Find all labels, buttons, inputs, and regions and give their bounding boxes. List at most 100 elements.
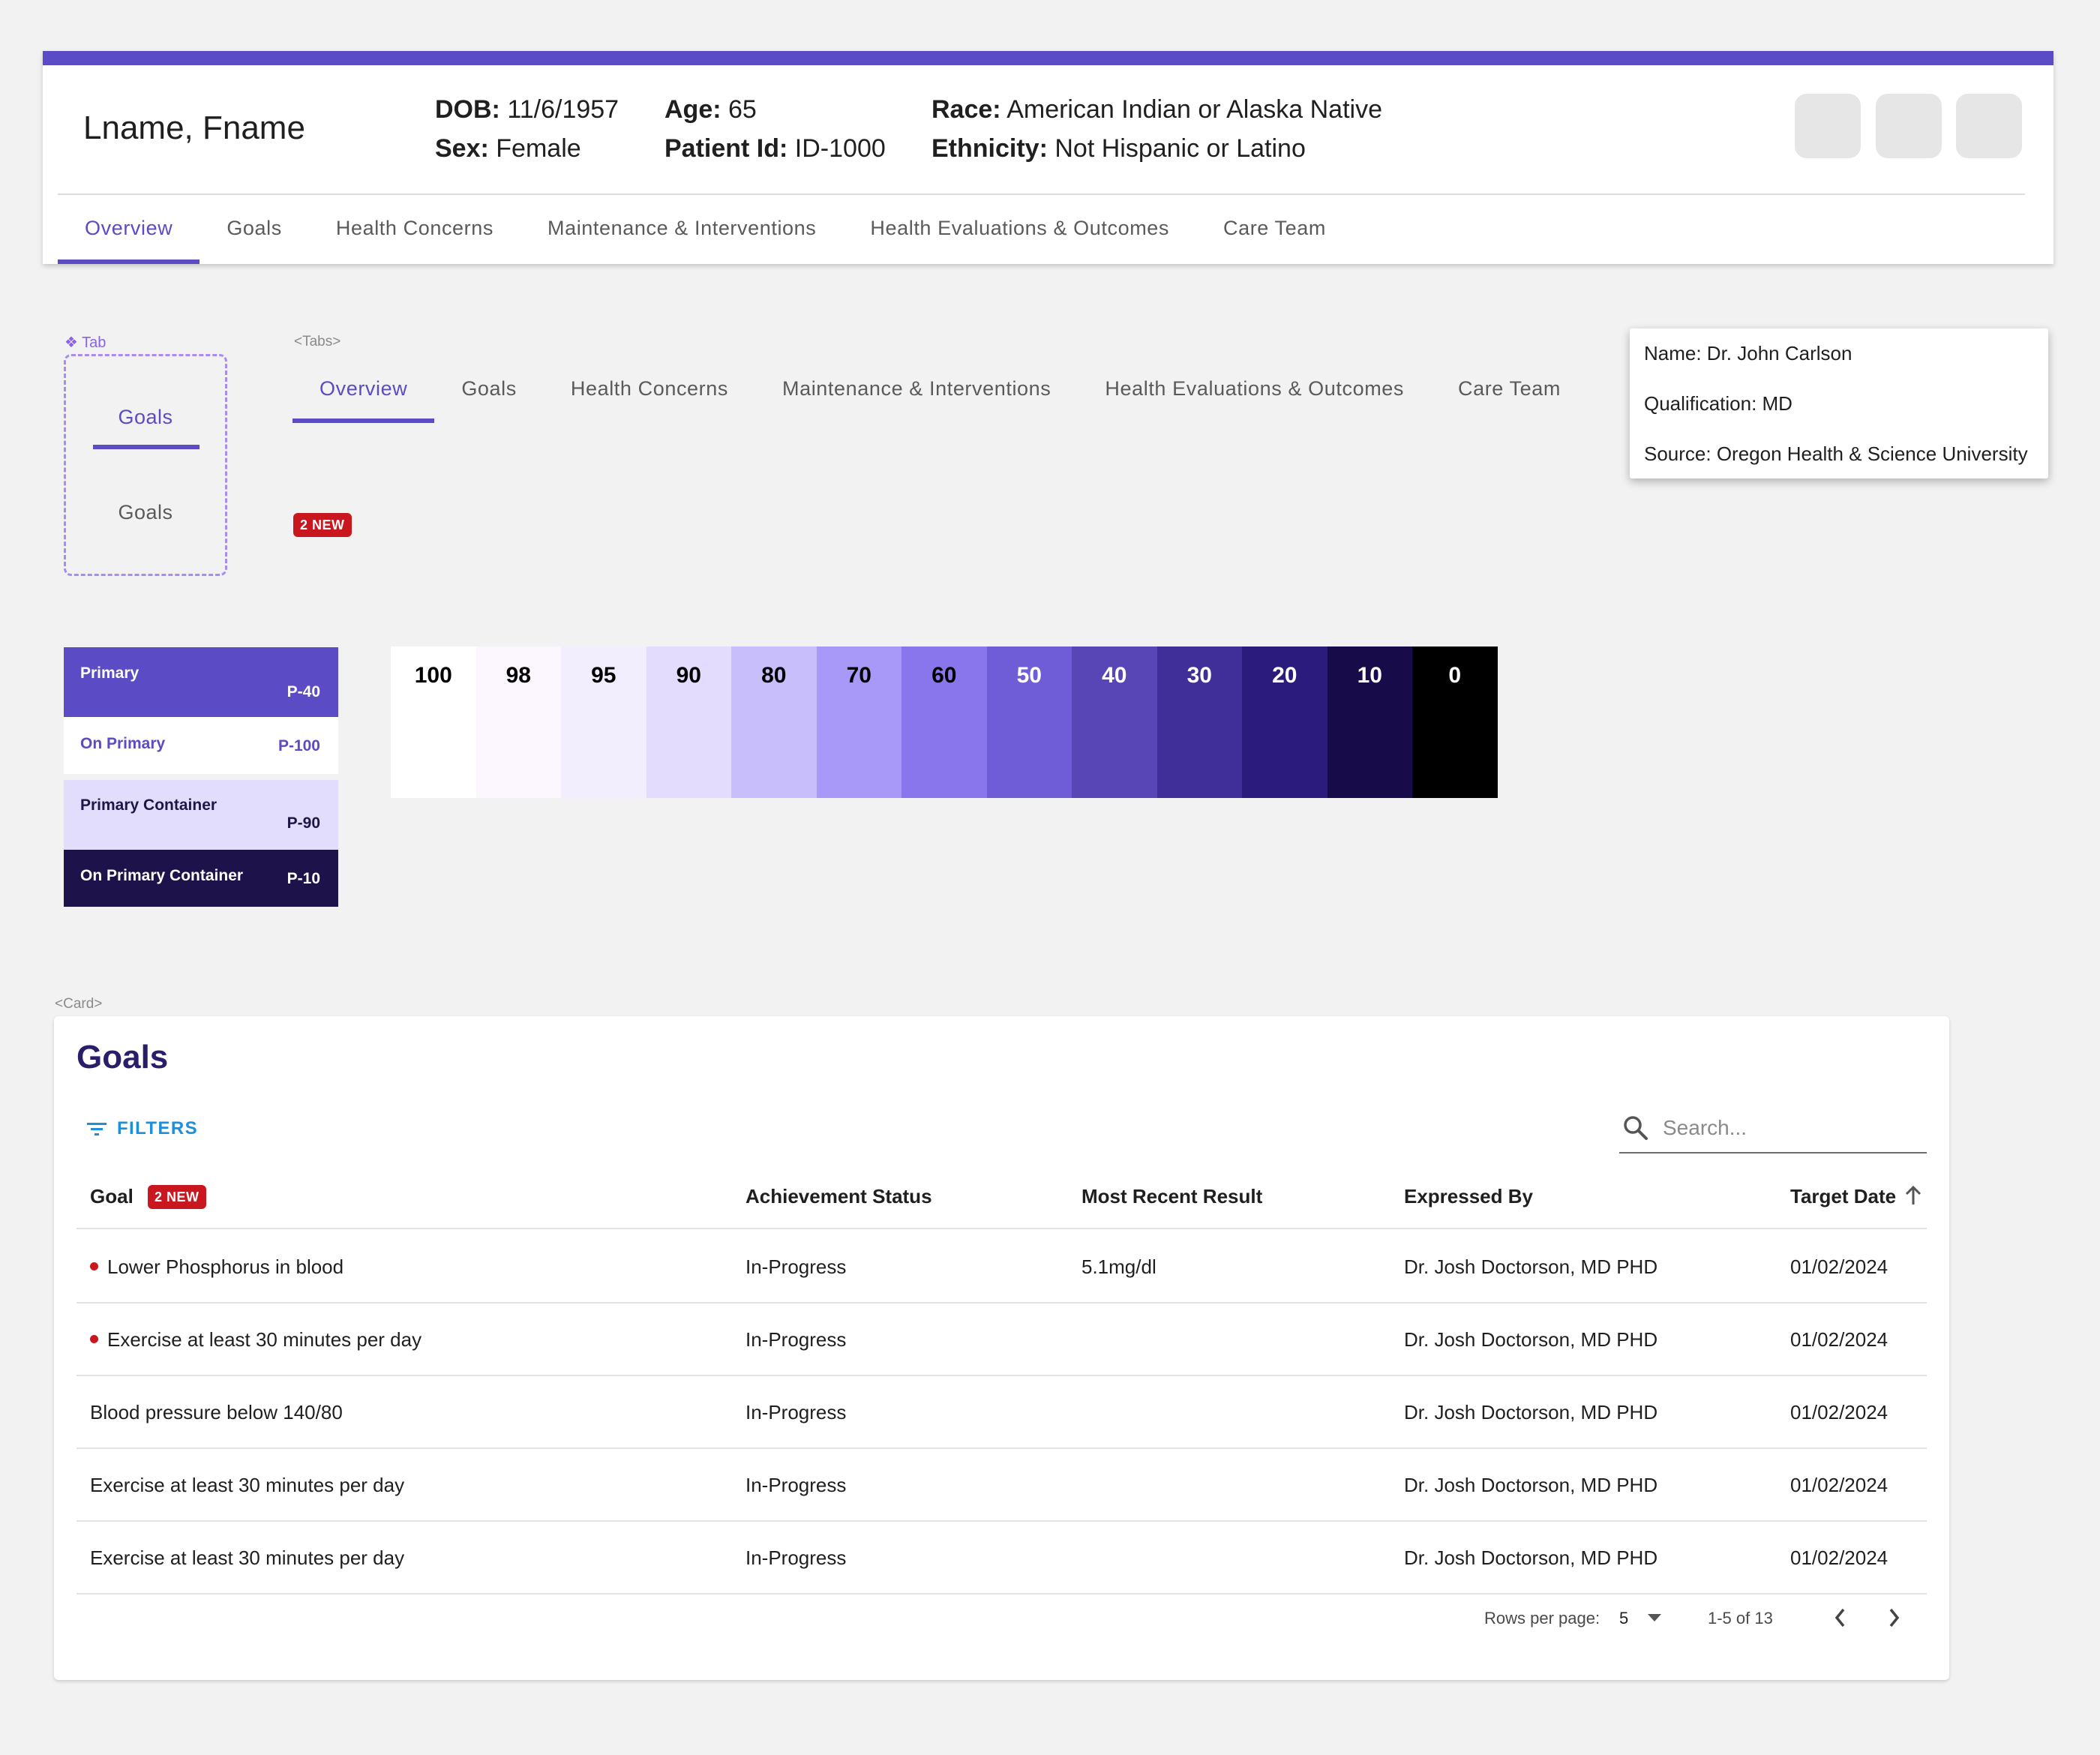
sort-ascending-icon[interactable] — [1904, 1185, 1922, 1206]
palette-swatch: 40 — [1072, 646, 1157, 798]
tab-health-concerns[interactable]: Health Concerns — [309, 194, 520, 264]
role-name: On Primary — [80, 735, 166, 752]
role-primary-container: Primary Container P-90 — [64, 780, 338, 850]
dob-field: DOB: 11/6/1957 — [435, 95, 620, 124]
cell-achievement-status: In-Progress — [746, 1328, 847, 1351]
filters-button[interactable]: FILTERS — [87, 1118, 198, 1139]
new-indicator-dot — [90, 1262, 98, 1270]
table-row[interactable]: Blood pressure below 140/80 In-Progress Dr… — [76, 1376, 1927, 1449]
cell-achievement-status: In-Progress — [746, 1546, 847, 1569]
cell-target-date: 01/02/2024 — [1790, 1401, 1888, 1424]
filter-icon — [87, 1123, 106, 1136]
header-action-button-1[interactable] — [1795, 94, 1861, 158]
column-header-expressed-by[interactable]: Expressed By — [1404, 1163, 1533, 1229]
cell-expressed-by: Dr. Josh Doctorson, MD PHD — [1404, 1256, 1658, 1278]
column-header-most-recent-result[interactable]: Most Recent Result — [1082, 1163, 1262, 1229]
tab-care-team[interactable]: Care Team — [1196, 194, 1353, 264]
palette-swatch: 70 — [816, 646, 902, 798]
tab-variants-box: Goals Goals — [64, 354, 227, 576]
goals-card: Goals FILTERS Goal 2 NEW Achievement Sta… — [54, 1016, 1949, 1680]
role-name: Primary — [80, 664, 140, 682]
role-on-primary: On Primary P-100 — [64, 717, 338, 774]
tab-variant-inactive[interactable]: Goals — [66, 501, 225, 524]
palette-swatch: 20 — [1242, 646, 1328, 798]
card-component-label: <Card> — [55, 996, 103, 1012]
palette-swatch: 98 — [476, 646, 561, 798]
role-code: P-40 — [286, 683, 320, 700]
sex-field: Sex: Female — [435, 134, 581, 163]
patient-id-field: Patient Id: ID-1000 — [664, 134, 886, 163]
dropdown-arrow-icon — [1648, 1614, 1662, 1622]
search-field[interactable] — [1619, 1104, 1927, 1154]
goals-title: Goals — [76, 1039, 169, 1076]
column-header-achievement-status[interactable]: Achievement Status — [746, 1163, 932, 1229]
search-input[interactable] — [1663, 1116, 1903, 1140]
ethnicity-field: Ethnicity: Not Hispanic or Latino — [932, 134, 1306, 163]
tab-health-evaluations-outcomes[interactable]: Health Evaluations & Outcomes — [1078, 357, 1431, 423]
cell-target-date: 01/02/2024 — [1790, 1474, 1888, 1496]
tooltip-source: Source: Oregon Health & Science Universi… — [1644, 442, 2028, 465]
search-icon — [1624, 1116, 1648, 1140]
next-page-icon[interactable] — [1886, 1606, 1901, 1629]
previous-page-icon[interactable] — [1833, 1606, 1848, 1629]
table-row[interactable]: Exercise at least 30 minutes per day In-P… — [76, 1522, 1927, 1594]
palette-swatch: 100 — [391, 646, 476, 798]
cell-goal: Exercise at least 30 minutes per day — [90, 1546, 405, 1569]
column-header-goal[interactable]: Goal 2 NEW — [90, 1163, 206, 1229]
rows-per-page-select[interactable]: 5 — [1619, 1609, 1662, 1628]
tab-component-label: ❖ Tab — [64, 334, 106, 351]
tab-care-team[interactable]: Care Team — [1431, 357, 1588, 423]
cell-expressed-by: Dr. Josh Doctorson, MD PHD — [1404, 1401, 1658, 1424]
tab-health-evaluations-outcomes[interactable]: Health Evaluations & Outcomes — [843, 194, 1196, 264]
cell-achievement-status: In-Progress — [746, 1256, 847, 1278]
palette-swatch: 10 — [1327, 646, 1412, 798]
palette-swatch: 0 — [1412, 646, 1498, 798]
role-name: Primary Container — [80, 796, 218, 814]
cell-goal: Lower Phosphorus in blood — [90, 1231, 344, 1304]
palette-swatch: 30 — [1156, 646, 1242, 798]
tab-maintenance-interventions[interactable]: Maintenance & Interventions — [520, 194, 843, 264]
goals-table-header: Goal 2 NEW Achievement Status Most Recen… — [76, 1163, 1927, 1229]
tabs-component: Overview Goals Health Concerns Maintenan… — [292, 357, 1588, 423]
header-tabs: Overview Goals Health Concerns Maintenan… — [58, 194, 1353, 264]
role-primary: Primary P-40 — [64, 647, 338, 717]
column-header-target-date[interactable]: Target Date — [1790, 1163, 1922, 1229]
role-code: P-100 — [278, 737, 320, 754]
header-accent-bar — [43, 51, 2054, 65]
cell-target-date: 01/02/2024 — [1790, 1546, 1888, 1569]
palette-swatch: 60 — [902, 646, 987, 798]
tabs-component-label: <Tabs> — [294, 334, 341, 350]
filters-label: FILTERS — [117, 1118, 199, 1138]
header-action-button-2[interactable] — [1876, 94, 1942, 158]
tab-active-indicator — [93, 445, 200, 449]
cell-goal: Exercise at least 30 minutes per day — [90, 1474, 405, 1496]
table-row[interactable]: Lower Phosphorus in blood In-Progress 5.1m… — [76, 1231, 1927, 1304]
rows-per-page-value: 5 — [1619, 1609, 1629, 1628]
table-row[interactable]: Exercise at least 30 minutes per day In-P… — [76, 1449, 1927, 1522]
tab-variant-active[interactable]: Goals — [66, 406, 225, 429]
tab-goals[interactable]: Goals — [200, 194, 309, 264]
header-action-button-3[interactable] — [1956, 94, 2022, 158]
role-code: P-10 — [286, 870, 320, 887]
new-badge-sample: 2 NEW — [293, 513, 352, 537]
rows-per-page-label: Rows per page: — [1484, 1609, 1600, 1628]
palette-swatch: 50 — [986, 646, 1072, 798]
age-field: Age: 65 — [664, 95, 757, 124]
new-goals-badge: 2 NEW — [148, 1185, 206, 1209]
tab-goals[interactable]: Goals — [434, 357, 544, 423]
provider-tooltip: Name: Dr. John Carlson Qualification: MD… — [1630, 328, 2048, 478]
palette-swatch: 95 — [561, 646, 646, 798]
tab-maintenance-interventions[interactable]: Maintenance & Interventions — [755, 357, 1078, 423]
tab-overview[interactable]: Overview — [58, 194, 200, 264]
race-field: Race: American Indian or Alaska Native — [932, 95, 1382, 124]
tab-health-concerns[interactable]: Health Concerns — [544, 357, 755, 423]
table-row[interactable]: Exercise at least 30 minutes per day In-P… — [76, 1304, 1927, 1376]
cell-target-date: 01/02/2024 — [1790, 1256, 1888, 1278]
cell-achievement-status: In-Progress — [746, 1474, 847, 1496]
tooltip-qualification: Qualification: MD — [1644, 392, 1792, 415]
patient-header-card: Lname, Fname DOB: 11/6/1957 Sex: Female … — [43, 51, 2054, 264]
cell-achievement-status: In-Progress — [746, 1401, 847, 1424]
cell-goal: Exercise at least 30 minutes per day — [90, 1304, 422, 1376]
cell-target-date: 01/02/2024 — [1790, 1328, 1888, 1351]
tab-overview[interactable]: Overview — [292, 357, 435, 423]
